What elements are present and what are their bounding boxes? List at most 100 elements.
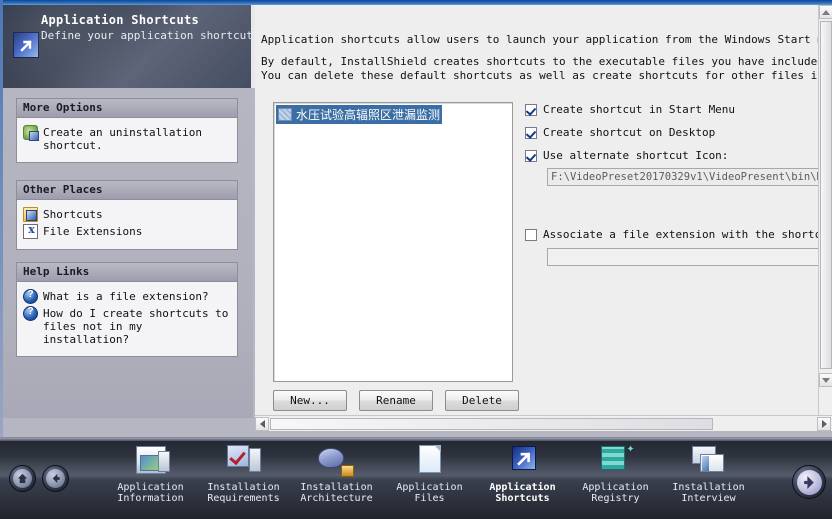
panel-other-places-title: Other Places xyxy=(17,181,237,200)
nav-label-line1: Application xyxy=(489,482,556,493)
nav-label-line1: Installation xyxy=(672,482,745,493)
option-create-shortcut-start-menu[interactable]: Create shortcut in Start Menu xyxy=(525,103,815,116)
shortcut-item-icon xyxy=(278,108,292,121)
chevron-right-icon xyxy=(821,420,827,428)
sidebar-item-label: File Extensions xyxy=(43,225,143,238)
panel-help-links: Help Links What is a file extension? How… xyxy=(16,262,238,357)
sidebar: More Options Create an uninstallation sh… xyxy=(3,88,253,418)
delete-button[interactable]: Delete xyxy=(445,390,519,411)
sidebar-item-shortcuts[interactable]: Shortcuts xyxy=(23,207,231,222)
home-icon xyxy=(17,473,28,484)
nav-item-installation-interview[interactable]: Installation Interview xyxy=(662,440,755,504)
sidebar-item-uninstall-shortcut[interactable]: Create an uninstallation shortcut. xyxy=(23,125,231,152)
option-use-alternate-icon[interactable]: Use alternate shortcut Icon: xyxy=(525,149,815,162)
sidebar-item-how-create-shortcuts[interactable]: How do I create shortcuts to files not i… xyxy=(23,305,231,346)
installation-architecture-icon xyxy=(317,444,356,478)
shortcut-list-buttons: New... Rename Delete xyxy=(273,390,519,411)
nav-label-line1: Application xyxy=(117,482,184,493)
nav-item-application-information[interactable]: Application Information xyxy=(104,440,197,504)
application-information-icon xyxy=(132,444,170,478)
page-header-banner: Application Shortcuts Define your applic… xyxy=(3,5,251,88)
rename-button[interactable]: Rename xyxy=(359,390,433,411)
help-icon xyxy=(23,305,38,321)
back-button[interactable] xyxy=(42,465,69,492)
application-shortcuts-icon xyxy=(504,444,542,478)
nav-label-line2: Architecture xyxy=(300,493,373,504)
new-button[interactable]: New... xyxy=(273,390,347,411)
chevron-down-icon xyxy=(822,377,830,383)
vertical-scrollbar[interactable] xyxy=(818,5,832,415)
nav-label-line2: Requirements xyxy=(207,493,280,504)
nav-item-application-registry[interactable]: ✦ Application Registry xyxy=(569,440,662,504)
option-label: Use alternate shortcut Icon: xyxy=(543,149,729,162)
bottom-navigation-bar: Application Information Installation Req… xyxy=(0,437,832,519)
file-extension-input[interactable] xyxy=(547,248,818,266)
sparkle-icon: ✦ xyxy=(626,441,635,456)
panel-more-options-title: More Options xyxy=(17,99,237,118)
list-item[interactable]: 水压试验高辐照区泄漏监测 xyxy=(276,105,443,124)
installshield-window: Application Shortcuts Define your applic… xyxy=(0,0,832,519)
list-item-label: 水压试验高辐照区泄漏监测 xyxy=(296,108,441,122)
description-line-2: By default, InstallShield creates shortc… xyxy=(261,55,818,68)
next-button[interactable] xyxy=(792,465,826,499)
nav-label-line2: Information xyxy=(117,493,184,504)
panel-other-places-body: Shortcuts File Extensions xyxy=(17,200,237,249)
horizontal-scrollbar[interactable] xyxy=(255,415,832,431)
chevron-up-icon xyxy=(822,9,830,15)
installation-requirements-icon xyxy=(225,444,263,478)
navigation-items: Application Information Installation Req… xyxy=(104,440,782,519)
sidebar-item-what-is-file-extension[interactable]: What is a file extension? xyxy=(23,288,231,304)
shortcut-options: Create shortcut in Start Menu Create sho… xyxy=(525,103,815,172)
alternate-icon-path-field[interactable]: F:\VideoPreset20170329v1\VideoPresent\bi… xyxy=(547,168,818,186)
option-associate-file-extension[interactable]: Associate a file extension with the shor… xyxy=(525,228,818,241)
shortcut-arrow-icon xyxy=(13,32,39,58)
shortcut-list[interactable]: 水压试验高辐照区泄漏监测 xyxy=(273,102,513,382)
application-registry-icon: ✦ xyxy=(597,441,635,478)
nav-item-installation-requirements[interactable]: Installation Requirements xyxy=(197,440,290,504)
application-files-icon xyxy=(411,444,449,478)
help-icon xyxy=(23,288,38,304)
vertical-scroll-thumb[interactable] xyxy=(820,21,832,369)
nav-label-line1: Installation xyxy=(207,482,280,493)
file-extensions-icon xyxy=(23,223,39,239)
scroll-right-arrow[interactable] xyxy=(817,417,831,431)
horizontal-scroll-thumb[interactable] xyxy=(270,418,713,430)
sidebar-item-label: What is a file extension? xyxy=(43,290,209,303)
sidebar-item-label: How do I create shortcuts to files not i… xyxy=(43,307,229,346)
description-line-1: Application shortcuts allow users to lau… xyxy=(261,33,818,46)
checkbox-desktop[interactable] xyxy=(525,127,537,139)
installation-interview-icon xyxy=(690,444,728,478)
back-arrow-icon xyxy=(52,473,60,484)
checkbox-alternate-icon[interactable] xyxy=(525,150,537,162)
checkbox-associate-extension[interactable] xyxy=(525,229,537,241)
nav-label-line2: Interview xyxy=(681,493,736,504)
nav-label-line2: Registry xyxy=(591,493,640,504)
nav-label-line2: Files xyxy=(414,493,445,504)
scroll-down-arrow[interactable] xyxy=(819,373,832,387)
sidebar-item-label: Create an uninstallation shortcut. xyxy=(43,126,202,152)
nav-label-line1: Installation xyxy=(300,482,373,493)
scroll-left-arrow[interactable] xyxy=(255,417,269,431)
option-create-shortcut-desktop[interactable]: Create shortcut on Desktop xyxy=(525,126,815,139)
panel-help-links-body: What is a file extension? How do I creat… xyxy=(17,282,237,356)
shortcuts-folder-icon xyxy=(23,207,38,222)
description-line-3: You can delete these default shortcuts a… xyxy=(261,69,818,82)
home-button[interactable] xyxy=(9,465,36,492)
nav-item-application-shortcuts[interactable]: Application Shortcuts xyxy=(476,440,569,504)
page-subtitle: Define your application shortcuts. xyxy=(41,29,251,42)
panel-other-places: Other Places Shortcuts File Extensions xyxy=(16,180,238,250)
next-arrow-icon xyxy=(803,475,814,489)
panel-more-options: More Options Create an uninstallation sh… xyxy=(16,98,238,163)
panel-more-options-body: Create an uninstallation shortcut. xyxy=(17,118,237,162)
sidebar-item-file-extensions[interactable]: File Extensions xyxy=(23,223,231,239)
sidebar-item-label: Shortcuts xyxy=(43,208,103,221)
nav-label-line1: Application xyxy=(582,482,649,493)
nav-item-application-files[interactable]: Application Files xyxy=(383,440,476,504)
nav-label-line1: Application xyxy=(396,482,463,493)
scroll-up-arrow[interactable] xyxy=(819,5,832,19)
option-label: Associate a file extension with the shor… xyxy=(543,228,818,241)
uninstall-icon xyxy=(23,125,39,141)
checkbox-start-menu[interactable] xyxy=(525,104,537,116)
nav-label-line2: Shortcuts xyxy=(495,493,550,504)
nav-item-installation-architecture[interactable]: Installation Architecture xyxy=(290,440,383,504)
